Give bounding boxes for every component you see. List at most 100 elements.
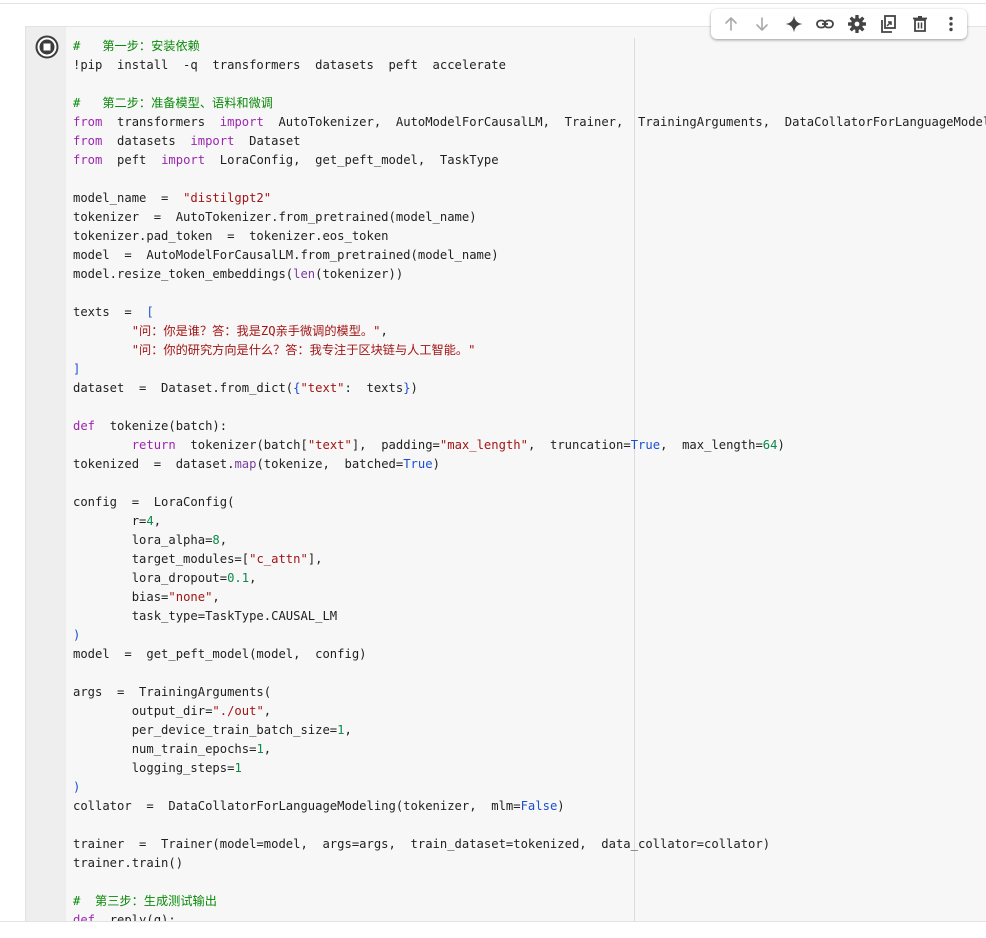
code-line: # 第三步：生成测试输出: [73, 892, 986, 911]
code-token: ,: [153, 514, 162, 528]
code-token: : texts: [344, 381, 404, 395]
sparkle-icon[interactable]: [778, 10, 810, 38]
code-line: model.resize_token_embeddings(len(tokeni…: [73, 265, 986, 284]
code-token: peft: [102, 153, 162, 167]
code-line: tokenized = dataset.map(tokenize, batche…: [73, 455, 986, 474]
code-token: ,: [344, 723, 352, 737]
code-token: ): [557, 799, 565, 813]
notebook-page: # 第一步：安装依赖 !pip install -q transformers d…: [0, 0, 986, 938]
code-line: target_modules=["c_attn"],: [73, 550, 986, 569]
code-line: num_train_epochs=1,: [73, 740, 986, 759]
code-line: trainer = Trainer(model=model, args=args…: [73, 835, 986, 854]
code-line: ​: [73, 398, 986, 417]
code-line: # 第二步：准备模型、语料和微调: [73, 94, 986, 113]
code-line: dataset = Dataset.from_dict({"text": tex…: [73, 379, 986, 398]
code-line: model = get_peft_model(model, config): [73, 645, 986, 664]
code-token: ]: [73, 362, 81, 376]
code-token: "./out": [212, 704, 264, 718]
code-token: return: [131, 438, 176, 452]
code-line: config = LoraConfig(: [73, 493, 986, 512]
bottom-divider: [0, 921, 986, 922]
code-line: ​: [73, 873, 986, 892]
code-token: dataset = Dataset.from_dict(: [73, 381, 294, 395]
code-token: # 第二步：准备模型、语料和微调: [73, 96, 273, 110]
code-token: # 第一步：安装依赖: [73, 39, 200, 53]
code-line: bias="none",: [73, 588, 986, 607]
code-editor[interactable]: # 第一步：安装依赖 !pip install -q transformers d…: [68, 27, 986, 922]
arrow-up-icon[interactable]: [715, 10, 747, 38]
code-token: lora_alpha=: [73, 533, 213, 547]
code-token: texts =: [73, 305, 147, 319]
code-token: lora_dropout=: [73, 571, 228, 585]
code-token: collator = DataCollatorForLanguageModeli…: [73, 799, 521, 813]
code-token: def: [73, 419, 96, 433]
code-token: tokenizer(batch[: [175, 438, 308, 452]
code-token: trainer.train(): [73, 856, 184, 870]
code-token: "问：你是谁？答：我是ZQ亲手微调的模型。": [131, 324, 381, 338]
more-vert-icon[interactable]: [936, 10, 968, 38]
code-token: "text": [300, 381, 345, 395]
code-line: r=4,: [73, 512, 986, 531]
code-line: logging_steps=1: [73, 759, 986, 778]
code-token: from: [73, 134, 103, 148]
code-line: args = TrainingArguments(: [73, 683, 986, 702]
code-token: AutoTokenizer, AutoModelForCausalLM, Tra…: [263, 115, 986, 129]
code-line: output_dir="./out",: [73, 702, 986, 721]
code-token: ], padding=: [351, 438, 440, 452]
code-token: import: [190, 134, 235, 148]
code-token: 8: [212, 533, 220, 547]
code-token: 1: [256, 742, 264, 756]
code-line: ): [73, 626, 986, 645]
code-cell[interactable]: # 第一步：安装依赖 !pip install -q transformers d…: [25, 26, 986, 922]
code-line: tokenizer = AutoTokenizer.from_pretraine…: [73, 208, 986, 227]
code-token: ],: [307, 552, 323, 566]
code-line: lora_alpha=8,: [73, 531, 986, 550]
gear-icon[interactable]: [841, 10, 873, 38]
run-cell-icon[interactable]: [35, 35, 59, 59]
code-token: , max_length=: [660, 438, 763, 452]
code-line: ): [73, 778, 986, 797]
code-token: Dataset: [234, 134, 301, 148]
code-token: tokenized = dataset.: [73, 457, 235, 471]
mirror-cell-icon[interactable]: [873, 10, 905, 38]
code-token: config = LoraConfig(: [73, 495, 235, 509]
code-line: ​: [73, 284, 986, 303]
code-line: # 第一步：安装依赖: [73, 37, 986, 56]
arrow-down-icon[interactable]: [747, 10, 779, 38]
code-token: model_name =: [73, 191, 184, 205]
code-token: 1: [337, 723, 345, 737]
code-token: # 第三步：生成测试输出: [73, 894, 217, 908]
code-token: 4: [146, 514, 154, 528]
code-token: from: [73, 115, 103, 129]
code-text[interactable]: # 第一步：安装依赖 !pip install -q transformers d…: [73, 37, 986, 922]
code-line: "问：你的研究方向是什么？答：我专注于区块链与人工智能。": [73, 341, 986, 360]
code-token: True: [403, 457, 433, 471]
code-token: (tokenizer)): [315, 267, 404, 281]
code-token: ,: [212, 590, 220, 604]
code-token: }: [403, 381, 411, 395]
code-token: ,: [219, 533, 228, 547]
code-token: ,: [249, 571, 257, 585]
code-token: 64: [762, 438, 778, 452]
code-token: from: [73, 153, 103, 167]
code-token: ,: [263, 742, 272, 756]
code-token: model = AutoModelForCausalLM.from_pretra…: [73, 248, 499, 262]
code-line: ​: [73, 664, 986, 683]
code-token: r=: [73, 514, 147, 528]
link-icon[interactable]: [810, 10, 842, 38]
code-token: tokenizer = AutoTokenizer.from_pretraine…: [73, 210, 477, 224]
code-token: output_dir=: [73, 704, 213, 718]
code-token: False: [520, 799, 558, 813]
trash-icon[interactable]: [904, 10, 936, 38]
code-token: "distilgpt2": [183, 191, 272, 205]
code-token: tokenize(batch):: [95, 419, 228, 433]
code-line: return tokenizer(batch["text"], padding=…: [73, 436, 986, 455]
code-token: num_train_epochs=: [73, 742, 257, 756]
code-line: trainer.train(): [73, 854, 986, 873]
code-token: import: [219, 115, 264, 129]
cell-gutter: [26, 27, 66, 922]
code-token: model = get_peft_model(model, config): [73, 647, 367, 661]
code-token: per_device_train_batch_size=: [73, 723, 338, 737]
code-token: datasets: [102, 134, 191, 148]
